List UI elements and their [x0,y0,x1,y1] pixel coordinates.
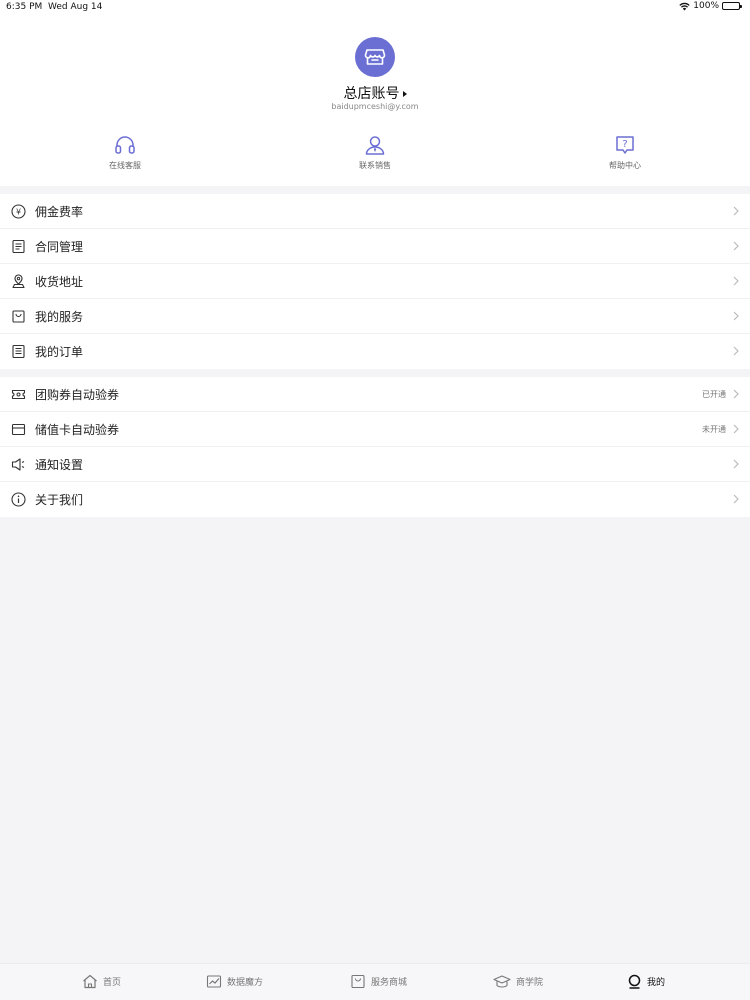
account-switcher[interactable]: 总店账号 [0,83,750,103]
help-icon: ? [565,134,685,156]
tab-mine[interactable]: 我的 [627,974,665,989]
status-bar: 6:35 PM Wed Aug 14 100% [0,0,750,16]
status-text: 未开通 [702,425,726,434]
home-icon [82,974,98,989]
info-icon [11,492,26,507]
tab-home[interactable]: 首页 [82,974,121,989]
tab-service-mall[interactable]: 服务商城 [350,974,407,989]
location-icon [11,274,26,289]
wifi-icon [679,2,690,11]
status-text: 已开通 [702,390,726,399]
status-right: 100% [679,1,742,11]
store-avatar[interactable] [355,37,395,77]
headset-icon [65,134,185,156]
tab-label: 我的 [647,978,666,988]
chart-icon [206,974,222,989]
tab-label: 首页 [103,978,122,988]
menu-item-label: 储值卡自动验券 [35,423,120,437]
menu-item-label: 收货地址 [35,275,84,289]
quick-action-online-service[interactable]: 在线客服 [65,134,185,171]
status-time: 6:35 PM [6,2,43,12]
quick-action-label: 联系销售 [359,161,391,170]
battery-percent: 100% [693,1,719,11]
battery-icon [722,2,742,10]
chevron-right-icon [733,389,739,399]
tab-business-school[interactable]: 商学院 [493,974,543,989]
quick-action-label: 帮助中心 [609,161,641,170]
svg-text:?: ? [622,139,627,150]
chevron-right-icon [733,494,739,504]
service-bag-icon [11,309,26,324]
profile-circle-icon [627,974,642,989]
menu-item-label: 佣金费率 [35,205,84,219]
contract-icon [11,239,26,254]
chevron-right-icon [733,206,739,216]
menu-group-settings: 团购券自动验券 已开通 储值卡自动验券 未开通 通知设置 关于我们 [0,377,750,517]
chevron-right-icon [733,424,739,434]
coupon-icon [11,387,26,402]
menu-item-groupbuy-auto-verify[interactable]: 团购券自动验券 已开通 [0,377,750,412]
account-name: 总店账号 [343,86,400,102]
tab-data-cube[interactable]: 数据魔方 [206,974,263,989]
account-email: baidupmceshi@y.com [331,102,419,111]
menu-item-shipping-address[interactable]: 收货地址 [0,264,750,299]
menu-item-commission-rate[interactable]: ¥ 佣金费率 [0,194,750,229]
store-icon [364,47,386,67]
shop-bag-icon [350,974,366,989]
menu-item-my-orders[interactable]: 我的订单 [0,334,750,369]
chevron-right-icon [733,311,739,321]
svg-text:¥: ¥ [16,208,21,217]
menu-item-label: 合同管理 [35,240,84,254]
salesperson-icon [315,134,435,156]
bottom-tab-bar: 首页 数据魔方 服务商城 商学院 我的 [0,963,750,1000]
menu-item-label: 团购券自动验券 [35,388,120,402]
menu-item-label: 我的服务 [35,310,84,324]
caret-right-icon [402,91,407,97]
menu-item-my-services[interactable]: 我的服务 [0,299,750,334]
menu-item-contract-management[interactable]: 合同管理 [0,229,750,264]
quick-action-contact-sales[interactable]: 联系销售 [315,134,435,171]
tab-label: 数据魔方 [227,978,264,988]
tab-label: 服务商城 [371,978,408,988]
quick-action-label: 在线客服 [109,161,141,170]
chevron-right-icon [733,241,739,251]
menu-group-account: ¥ 佣金费率 合同管理 收货地址 我的服务 我的订单 [0,194,750,369]
yen-icon: ¥ [11,204,26,219]
menu-item-label: 通知设置 [35,458,84,472]
menu-item-storedvalue-auto-verify[interactable]: 储值卡自动验券 未开通 [0,412,750,447]
status-date: Wed Aug 14 [48,2,103,12]
menu-item-label: 我的订单 [35,345,84,359]
graduation-cap-icon [493,974,511,989]
chevron-right-icon [733,346,739,356]
profile-header: 总店账号 baidupmceshi@y.com 在线客服 联系销售 ? 帮助中心 [0,16,750,186]
chevron-right-icon [733,276,739,286]
menu-item-label: 关于我们 [35,493,84,507]
quick-action-help-center[interactable]: ? 帮助中心 [565,134,685,171]
menu-item-about-us[interactable]: 关于我们 [0,482,750,517]
tab-label: 商学院 [516,978,544,988]
order-list-icon [11,344,26,359]
chevron-right-icon [733,459,739,469]
menu-item-notification-settings[interactable]: 通知设置 [0,447,750,482]
card-icon [11,422,26,437]
speaker-icon [11,457,26,472]
